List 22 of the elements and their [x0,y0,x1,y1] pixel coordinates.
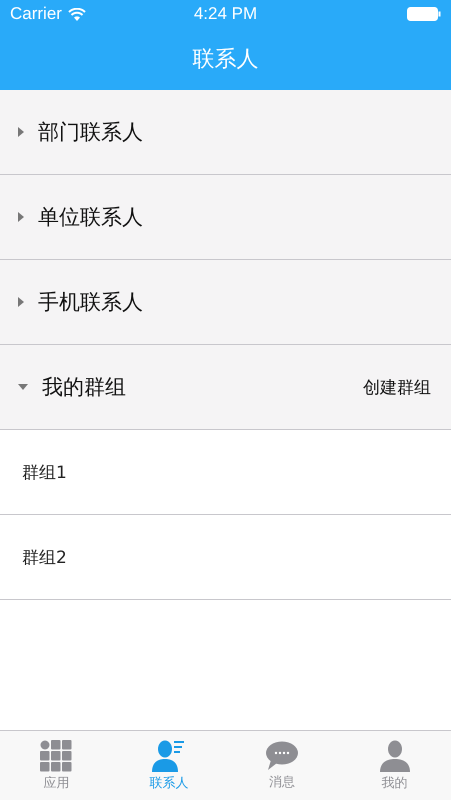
status-time: 4:24 PM [194,4,258,24]
caret-icon [18,212,24,222]
carrier-name: Carrier [10,4,62,24]
chat-bubble-icon [264,740,299,770]
section-label: 单位联系人 [38,204,144,231]
section-header[interactable]: 手机联系人 [0,260,451,345]
grid-icon [40,740,72,772]
create-group-button[interactable]: 创建群组 [363,376,431,398]
wifi-icon [68,8,86,20]
section-label: 部门联系人 [38,119,144,146]
section-header[interactable]: 我的群组 创建群组 [0,345,451,430]
section-header[interactable]: 部门联系人 [0,90,451,175]
section-header[interactable]: 单位联系人 [0,175,451,260]
section-label: 我的群组 [42,374,127,401]
battery-icon [407,7,441,21]
caret-icon [18,297,24,307]
person-icon [378,740,411,772]
contact-list-icon [152,740,186,772]
nav-title: 联系人 [192,46,258,74]
caret-icon [18,384,28,390]
section-label: 手机联系人 [38,289,144,316]
caret-icon [18,127,24,137]
